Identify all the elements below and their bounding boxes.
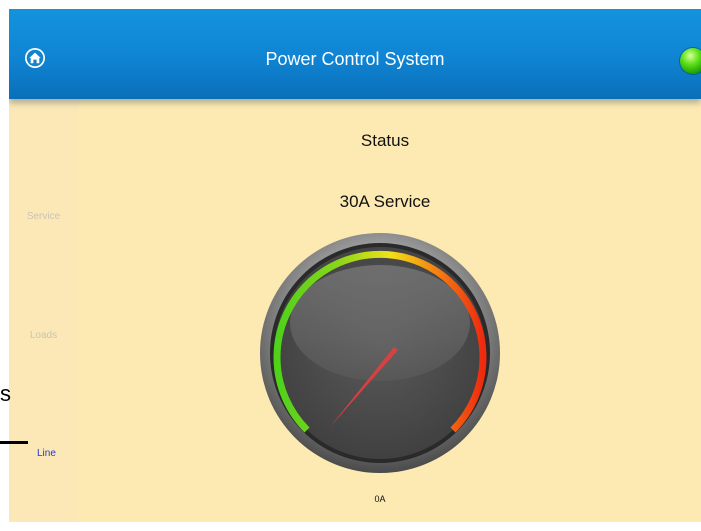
sidebar-item-loads[interactable]: Loads	[9, 330, 78, 341]
status-indicator-icon	[680, 48, 701, 74]
annotation-line	[0, 441, 28, 444]
header-bar: Power Control System	[9, 9, 701, 99]
gauge-readout: 0A	[374, 494, 386, 504]
sidebar-item-service[interactable]: Service	[9, 211, 78, 222]
page-title: Status	[360, 131, 410, 150]
sidebar: Service Loads Line	[9, 99, 78, 522]
gauge-graphic	[260, 233, 500, 473]
sidebar-item-line[interactable]: Line	[13, 448, 56, 459]
edge-text-fragment: s	[0, 381, 11, 406]
amperage-gauge	[258, 231, 503, 476]
app-title: Power Control System	[265, 49, 445, 69]
service-label: 30A Service	[339, 192, 431, 211]
screenshot-frame: Power Control System Service Loads Line …	[0, 0, 701, 531]
